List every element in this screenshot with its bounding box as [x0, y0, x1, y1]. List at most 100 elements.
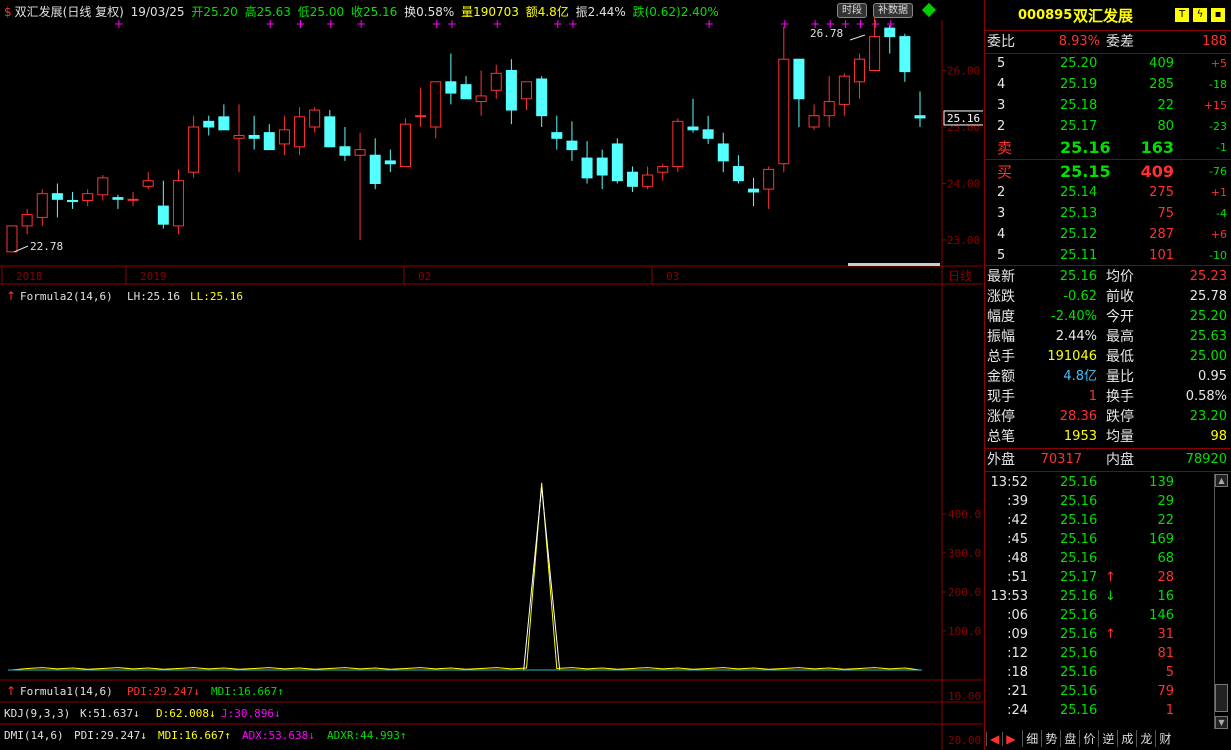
tick-price: 25.16	[1060, 608, 1098, 623]
volume: 409	[1140, 162, 1174, 181]
range-scroll-thumb	[848, 263, 940, 266]
change: +1	[1210, 186, 1227, 199]
sell-row: 2 25.17 80 -23	[985, 117, 1230, 137]
formula2-arrow-icon: ↑	[6, 289, 16, 303]
candle-body	[460, 84, 472, 100]
chart-svg[interactable]: 26.0025.0024.0023.0025.16+ + + + + + + + + + + + + + +…	[0, 0, 983, 750]
event-marker: +	[447, 17, 457, 31]
panel-tab[interactable]: 价	[1079, 730, 1098, 747]
tab-next-icon[interactable]: ▶	[1002, 732, 1018, 746]
stat-value: 25.00	[1189, 349, 1227, 364]
t-icon[interactable]: T	[1175, 8, 1189, 22]
candle-body	[278, 129, 290, 145]
tick-time: :24	[1007, 703, 1028, 718]
tick-time: :12	[1007, 646, 1028, 661]
candle-body	[717, 143, 729, 162]
scroll-thumb[interactable]	[1215, 684, 1228, 712]
candle-body	[112, 197, 124, 200]
panel-tab[interactable]: 逆	[1098, 730, 1117, 747]
candle-body	[172, 180, 184, 227]
candle-body	[838, 75, 850, 105]
price: 25.17	[1060, 119, 1098, 134]
candle-body	[82, 193, 94, 201]
stock-code: 000895	[1018, 8, 1073, 23]
candle-body	[626, 171, 638, 187]
formula1-mdi: MDI:16.667↑	[211, 685, 284, 698]
tick-price: 25.16	[1060, 703, 1098, 718]
low-price-label: 22.78	[30, 240, 63, 253]
tick-arrow: ↓	[1105, 589, 1116, 604]
stat-value: 23.20	[1189, 409, 1227, 424]
supplement-data-button[interactable]: 补数据	[873, 3, 913, 18]
candle-body	[505, 70, 517, 111]
candle-body	[853, 58, 865, 83]
app-icon[interactable]: $	[4, 5, 12, 19]
dmi-label: DMI(14,6)	[4, 729, 64, 742]
volume-label: 量190703	[461, 5, 519, 19]
candle-body	[581, 157, 593, 179]
candle-body	[127, 198, 139, 201]
tick-arrow: ↑	[1105, 627, 1116, 642]
tick-time: :21	[1007, 684, 1028, 699]
scrollbar[interactable]: ▲ ▼	[1214, 474, 1228, 729]
tick-volume: 5	[1165, 665, 1174, 680]
lightning-icon[interactable]: ϟ	[1193, 8, 1207, 22]
kdj-j: J:30.896↓	[221, 707, 281, 720]
price: 25.12	[1060, 227, 1098, 242]
tick-row: :45 25.16 169	[985, 530, 1230, 550]
period-label: 日线	[948, 269, 972, 283]
stat-value: 191046	[1047, 349, 1097, 364]
panel-tab[interactable]: 龙	[1136, 730, 1155, 747]
candle-body	[521, 81, 533, 100]
stat-value: 25.23	[1189, 269, 1227, 284]
change: -23	[1209, 120, 1227, 133]
chart-area[interactable]: 26.00 25.00 24.00 23.00 25.16 + + + + + + + + + + + + + + +…	[0, 0, 983, 750]
panel-tabs[interactable]: ◀ ▶ 细势盘价逆成龙财	[986, 730, 1230, 748]
price: 25.14	[1060, 185, 1098, 200]
formula2-lh: LH:25.16	[127, 290, 180, 303]
tick-volume: 31	[1157, 627, 1174, 642]
level: 3	[997, 98, 1006, 113]
tab-prev-icon[interactable]: ◀	[986, 732, 1002, 746]
formula1-pdi: PDI:29.247↓	[127, 685, 200, 698]
panel-tab[interactable]: 盘	[1060, 730, 1079, 747]
panel-tab[interactable]: 成	[1117, 730, 1136, 747]
level: 5	[997, 248, 1006, 263]
volume: 22	[1157, 98, 1174, 113]
tick-volume: 81	[1157, 646, 1174, 661]
formula2-y-label: 100.0	[948, 625, 981, 638]
candle-body	[324, 116, 336, 148]
open-label: 开25.20	[191, 5, 238, 19]
expand-icon[interactable]: ▪	[1211, 8, 1225, 22]
candle-body	[823, 101, 835, 117]
stock-title: 双汇发展(日线 复权)	[14, 5, 124, 19]
tick-row: :06 25.16 146	[985, 606, 1230, 626]
panel-tab[interactable]: 细	[1022, 730, 1041, 747]
buy-row: 5 25.11 101 -10	[985, 246, 1230, 266]
change: +15	[1203, 99, 1227, 112]
weicha-label: 委差	[1106, 34, 1134, 50]
tick-row: :18 25.16 5	[985, 663, 1230, 683]
tick-row: 13:52 25.16 139	[985, 473, 1230, 493]
scroll-up-icon[interactable]: ▲	[1215, 474, 1228, 487]
timeshare-button[interactable]: 时段	[837, 3, 867, 18]
weibi-label: 委比	[987, 34, 1015, 50]
tick-volume: 1	[1165, 703, 1174, 718]
price: 25.18	[1060, 98, 1098, 113]
tick-row: :42 25.16 22	[985, 511, 1230, 531]
panel-tab[interactable]: 势	[1041, 730, 1060, 747]
candle-body	[566, 140, 578, 151]
candle-body	[309, 109, 321, 128]
stat-label: 现手	[987, 389, 1015, 405]
scroll-down-icon[interactable]: ▼	[1215, 716, 1228, 729]
kdj-label: KDJ(9,3,3)	[4, 707, 70, 720]
panel-tab[interactable]: 财	[1155, 730, 1174, 747]
tick-price: 25.16	[1060, 551, 1098, 566]
candle-body	[97, 177, 109, 196]
tick-row: :24 25.16 1	[985, 701, 1230, 721]
tick-price: 25.16	[1060, 684, 1098, 699]
candle-body	[732, 166, 744, 182]
candle-body	[763, 168, 775, 190]
candle-body	[294, 116, 306, 148]
high-pointer	[849, 34, 866, 41]
